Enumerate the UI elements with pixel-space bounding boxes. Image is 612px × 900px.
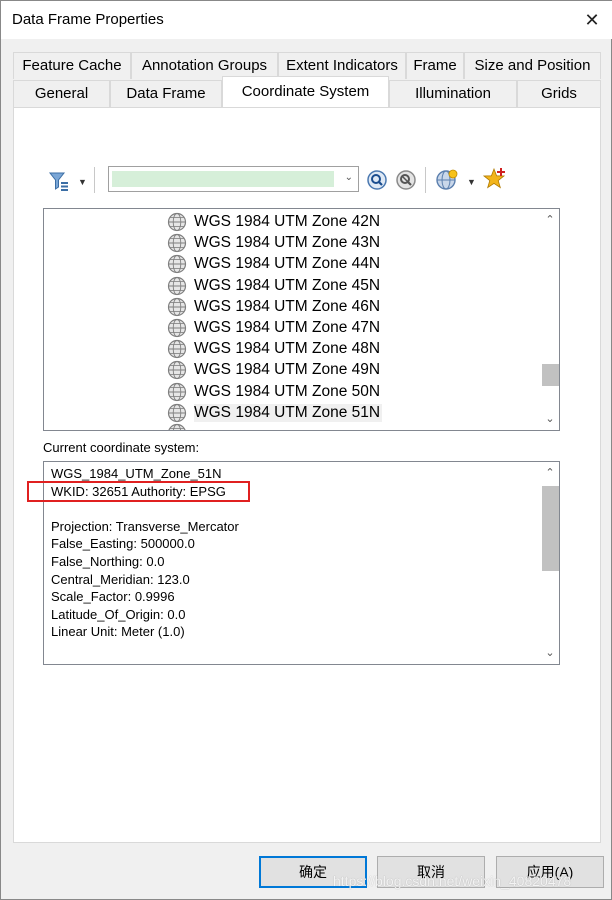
tab-coordinate-system[interactable]: Coordinate System	[222, 76, 389, 107]
globe-icon	[167, 423, 187, 430]
tab-frame[interactable]: Frame	[406, 52, 464, 79]
list-item[interactable]: WGS 1984 UTM Zone 48N	[167, 338, 467, 359]
list-item-label: WGS 1984 UTM Zone 48N	[194, 340, 381, 358]
current-coordinate-system-label: Current coordinate system:	[43, 440, 200, 455]
tab-size-and-position[interactable]: Size and Position	[464, 52, 601, 79]
details-scroll-thumb[interactable]	[542, 486, 559, 571]
tab-illumination[interactable]: Illumination	[389, 80, 517, 107]
list-item-label: WGS 1984 UTM Zone 47N	[194, 319, 381, 336]
list-item-label: WGS 1984 UTM Zone 43N	[194, 234, 381, 252]
close-button[interactable]: ✕	[577, 5, 607, 35]
list-item[interactable]: WGS 1984 UTM Zone 50N	[167, 381, 467, 402]
detail-line: Scale_Factor: 0.9996	[51, 589, 175, 605]
window-title: Data Frame Properties	[12, 11, 164, 28]
search-dropdown-caret[interactable]: ⌄	[345, 172, 353, 183]
title-bar: Data Frame Properties ✕	[1, 1, 612, 39]
globe-icon	[167, 318, 187, 338]
list-item-label: WGS 1984 UTM Zone 51N	[194, 403, 383, 422]
globe-icon	[167, 360, 187, 380]
scroll-up-arrow[interactable]: ⌃	[541, 211, 559, 229]
list-item-label: WGS 1984 UTM Zone 50N	[194, 382, 381, 400]
detail-line: Central_Meridian: 123.0	[51, 571, 190, 587]
dialog-window: Data Frame Properties ✕ Feature Cache An…	[0, 0, 612, 900]
globe-icon	[167, 297, 187, 317]
search-icon[interactable]	[365, 168, 389, 192]
list-item[interactable]: WGS 1984 UTM Zone 42N	[167, 211, 467, 232]
tab-general[interactable]: General	[13, 80, 110, 107]
list-item-label: WGS 1984 UTM Zone 46N	[194, 297, 381, 315]
globe-icon	[167, 212, 187, 232]
globe-icon	[167, 233, 187, 253]
wkid-highlight-box	[27, 481, 250, 502]
list-item-label: WGS 1984 UTM Zone 42N	[194, 213, 381, 230]
list-item[interactable]: WGS 1984 UTM Zone 47N	[167, 317, 467, 338]
list-item-label: WGS 1984 UTM Zone 45N	[194, 276, 381, 294]
add-to-favorites-icon[interactable]	[482, 167, 507, 191]
detail-line: Projection: Transverse_Mercator	[51, 518, 239, 534]
detail-line: Latitude_Of_Origin: 0.0	[51, 606, 186, 622]
clear-search-icon[interactable]	[394, 168, 418, 192]
detail-line: False_Easting: 500000.0	[51, 536, 195, 552]
search-input[interactable]: ⌄	[108, 166, 359, 192]
globe-icon	[167, 276, 187, 296]
list-item[interactable]: WGS 1984 UTM Zone 44N	[167, 253, 467, 274]
list-item[interactable]: WGS 1984 UTM Zone 51N	[167, 402, 467, 423]
globe-dropdown-caret[interactable]: ▼	[467, 177, 476, 187]
list-item[interactable]: WGS 1984 UTM Zone 46N	[167, 296, 467, 317]
details-scrollbar[interactable]: ⌃ ⌄	[541, 462, 559, 664]
tab-feature-cache[interactable]: Feature Cache	[13, 52, 131, 79]
globe-icon	[167, 382, 187, 402]
filter-dropdown-caret[interactable]: ▼	[78, 177, 87, 187]
search-input-value	[112, 171, 334, 187]
filter-icon[interactable]	[47, 169, 71, 193]
list-item-partial	[167, 422, 467, 430]
globe-add-icon[interactable]	[435, 168, 459, 192]
detail-line: False_Northing: 0.0	[51, 554, 165, 569]
globe-icon	[167, 403, 187, 423]
list-item[interactable]: WGS 1984 UTM Zone 45N	[167, 275, 467, 296]
scroll-down-arrow[interactable]: ⌄	[541, 644, 559, 662]
tab-data-frame[interactable]: Data Frame	[110, 80, 222, 107]
list-item[interactable]: WGS 1984 UTM Zone 49N	[167, 359, 467, 380]
list-scrollbar[interactable]: ⌃ ⌄	[541, 209, 559, 430]
scroll-down-arrow[interactable]: ⌄	[541, 410, 559, 428]
tab-annotation-groups[interactable]: Annotation Groups	[131, 52, 278, 79]
tab-extent-indicators[interactable]: Extent Indicators	[278, 52, 406, 79]
watermark-text: https://blog.csdn.net/weixin_40820478	[333, 873, 572, 889]
list-item-label: WGS 1984 UTM Zone 44N	[194, 255, 381, 273]
scroll-up-arrow[interactable]: ⌃	[541, 464, 559, 482]
list-item-label: WGS 1984 UTM Zone 49N	[194, 361, 381, 379]
globe-icon	[167, 254, 187, 274]
coordinate-system-list[interactable]: WGS 1984 UTM Zone 42N WGS 1984 UTM Zone 4…	[43, 208, 560, 431]
detail-line: Linear Unit: Meter (1.0)	[51, 624, 185, 640]
detail-line: WGS_1984_UTM_Zone_51N	[51, 466, 222, 481]
toolbar-separator	[425, 167, 426, 193]
list-item[interactable]: WGS 1984 UTM Zone 43N	[167, 232, 467, 253]
list-scroll-thumb[interactable]	[542, 364, 559, 386]
tab-grids[interactable]: Grids	[517, 80, 601, 107]
globe-icon	[167, 339, 187, 359]
toolbar-separator	[94, 167, 95, 193]
